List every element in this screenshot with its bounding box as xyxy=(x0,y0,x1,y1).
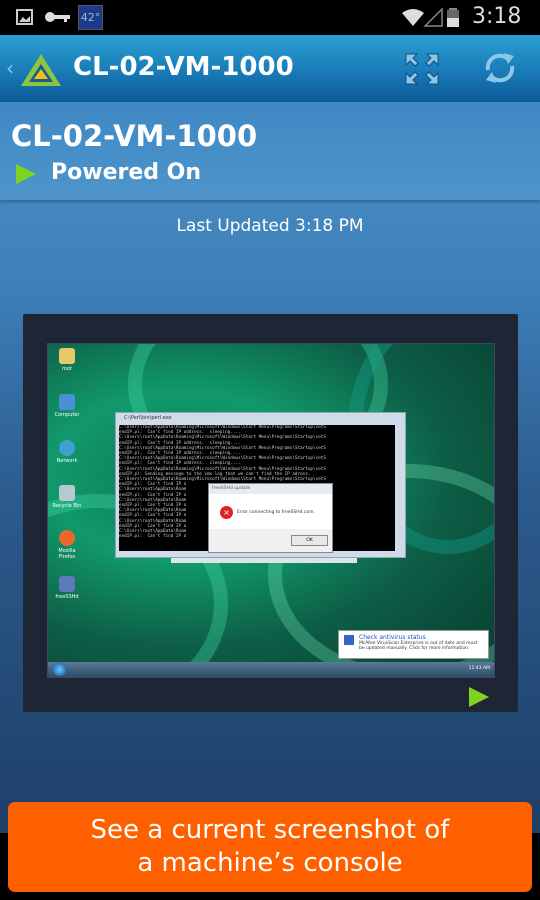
start-button[interactable] xyxy=(53,663,66,676)
clock: 3:18 xyxy=(472,4,522,29)
antivirus-notification[interactable]: Check antivirus status McAfee VirusScan … xyxy=(338,630,489,659)
desktop-icon-computer[interactable]: Computer xyxy=(52,394,82,418)
flag-icon xyxy=(344,635,354,645)
refresh-icon[interactable] xyxy=(482,50,518,86)
desktop-icon-root[interactable]: root xyxy=(52,348,82,372)
machine-name: CL-02-VM-1000 xyxy=(11,119,258,153)
feature-banner: See a current screenshot of a machine’s … xyxy=(8,802,532,892)
desktop-icon-recycle-bin[interactable]: Recycle Bin xyxy=(52,485,82,509)
power-state: Powered On xyxy=(51,160,202,185)
taskbar-clock: 11:43 AM xyxy=(468,666,490,671)
desktop-icon-firefox[interactable]: Mozilla Firefox xyxy=(52,530,82,560)
app-bar-title: CL-02-VM-1000 xyxy=(73,52,294,82)
notification-message: McAfee VirusScan Enterprise is out of da… xyxy=(359,641,478,651)
app-logo-icon xyxy=(21,54,61,86)
taskbar: 11:43 AM xyxy=(48,662,494,677)
back-button[interactable]: ‹ xyxy=(4,47,61,91)
error-icon: × xyxy=(220,506,233,519)
desktop-icon-network[interactable]: Network xyxy=(52,440,82,464)
status-bar: 42° 3:18 xyxy=(0,0,540,35)
dialog-ok-button[interactable]: OK xyxy=(291,535,328,546)
dialog-title: freeSSHd update xyxy=(209,484,332,494)
battery-icon xyxy=(447,8,459,27)
console-title: C:\Perl\bin\perl.exe xyxy=(124,415,172,421)
error-dialog: freeSSHd update × Error connecting to fr… xyxy=(208,483,333,553)
play-icon[interactable] xyxy=(467,685,491,709)
wifi-icon xyxy=(402,9,424,26)
play-icon xyxy=(16,164,36,184)
desktop-icon-freesshd[interactable]: freeSSHd xyxy=(52,576,82,600)
notification-title: Check antivirus status xyxy=(359,634,426,641)
app-bar: ‹ CL-02-VM-1000 xyxy=(0,35,540,102)
image-icon xyxy=(16,9,33,25)
machine-header: CL-02-VM-1000 Powered On xyxy=(0,102,540,200)
last-updated: Last Updated 3:18 PM xyxy=(176,216,364,236)
banner-line-2: a machine’s console xyxy=(137,848,403,878)
console-screenshot-frame: root Computer Network Recycle Bin Mozill… xyxy=(23,314,518,712)
back-chevron-icon: ‹ xyxy=(6,56,14,80)
fullscreen-icon[interactable] xyxy=(405,53,439,85)
key-icon xyxy=(45,12,70,22)
console-screenshot[interactable]: root Computer Network Recycle Bin Mozill… xyxy=(47,343,495,678)
cell-signal-icon xyxy=(423,7,443,27)
banner-line-1: See a current screenshot of xyxy=(90,815,450,845)
machine-detail: CL-02-VM-1000 Powered On Last Updated 3:… xyxy=(0,102,540,833)
weather-badge: 42° xyxy=(78,5,103,30)
dialog-message: Error connecting to freeSSHd.com. xyxy=(237,510,315,515)
